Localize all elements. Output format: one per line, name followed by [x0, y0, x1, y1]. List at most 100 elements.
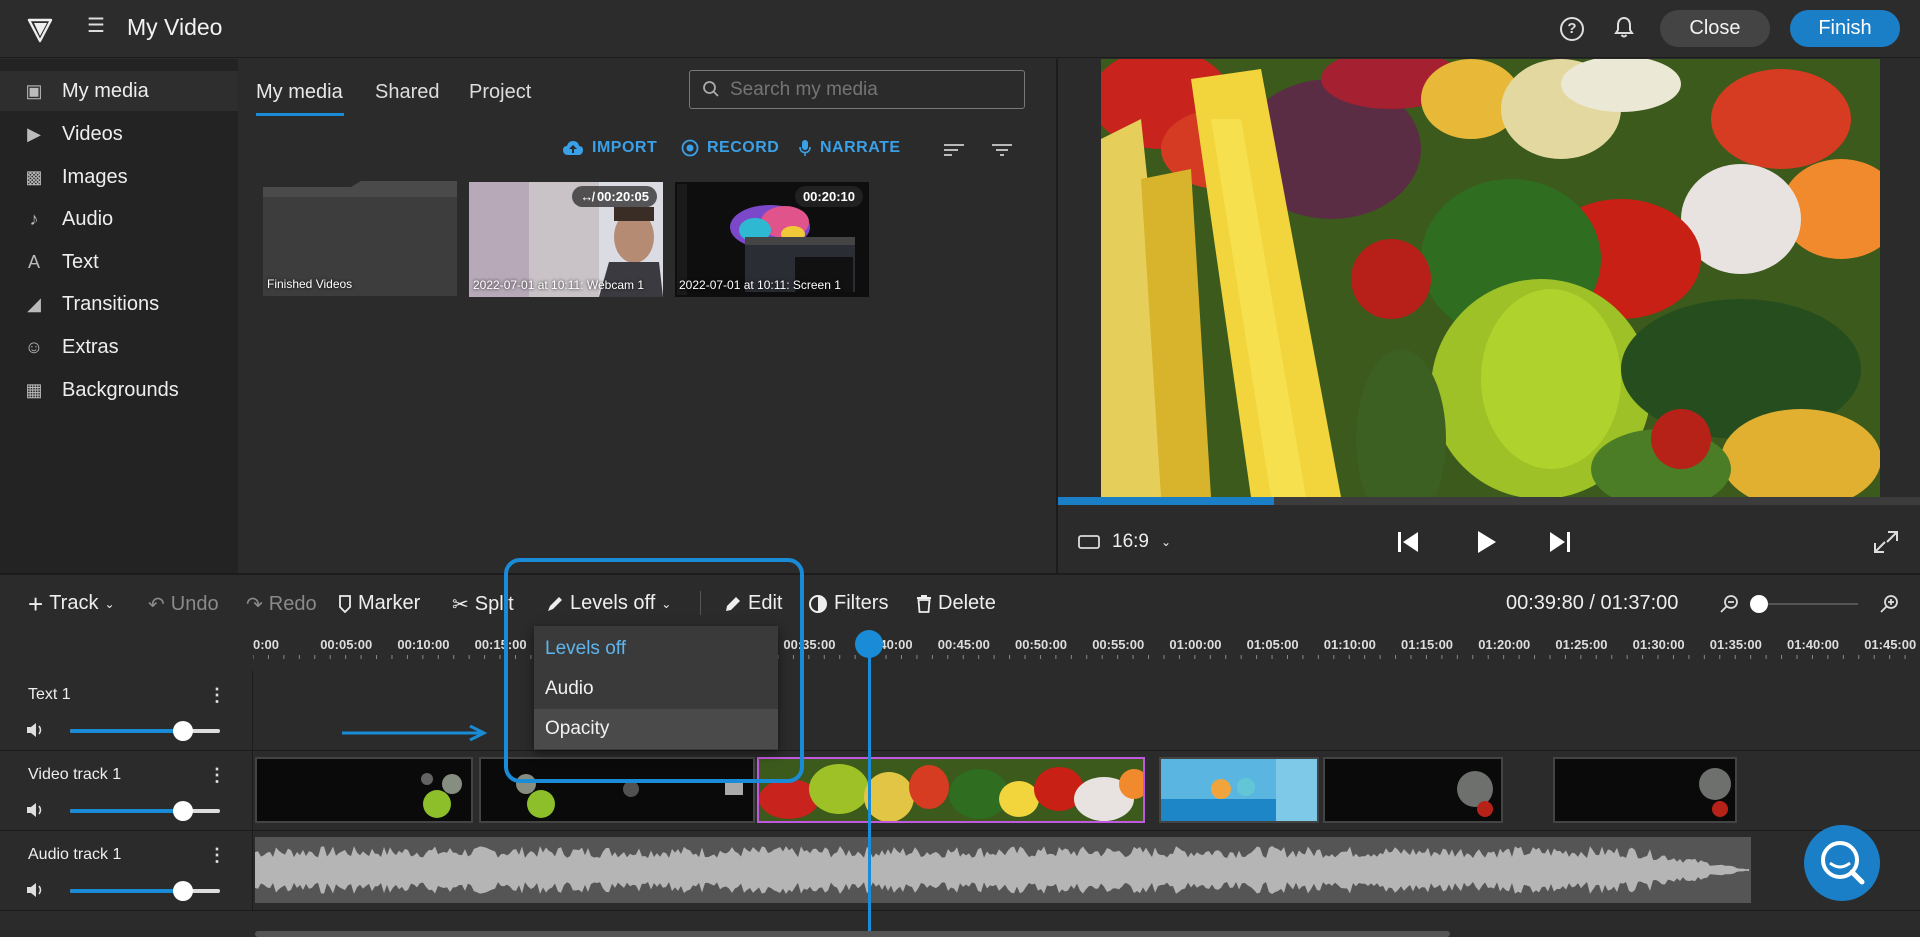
volume-slider[interactable] — [70, 801, 220, 821]
search-icon — [703, 81, 719, 97]
timeline-ruler[interactable]: 0:0000:05:0000:10:0000:15:0000:20:0000:2… — [253, 631, 1920, 671]
clip-thumbnail — [1555, 759, 1735, 821]
track-lane-audio-1[interactable] — [252, 831, 1920, 911]
timeline-horizontal-scrollbar[interactable] — [255, 931, 1450, 937]
skip-forward-icon[interactable] — [1545, 529, 1573, 555]
zoom-out-icon[interactable] — [1718, 593, 1740, 615]
sidebar-item-label: Videos — [62, 122, 123, 145]
volume-icon[interactable] — [25, 881, 45, 899]
add-track-button[interactable]: + Track ⌄ — [28, 591, 115, 617]
undo-button[interactable]: ↶ Undo — [148, 592, 219, 617]
sidebar-item-text[interactable]: A Text — [0, 242, 238, 282]
search-input[interactable] — [730, 79, 1010, 101]
sidebar-item-transitions[interactable]: ◢ Transitions — [0, 284, 238, 324]
video-clip[interactable] — [255, 757, 473, 823]
more-options-icon[interactable]: ⋮ — [208, 845, 226, 866]
ruler-label: 01:40:00 — [1787, 637, 1840, 652]
volume-icon[interactable] — [25, 721, 45, 739]
help-search-button[interactable] — [1804, 825, 1880, 901]
timeline-toolbar: + Track ⌄ ↶ Undo ↷ Redo Marker ✂ Split L… — [0, 573, 1920, 631]
microphone-icon — [799, 140, 811, 156]
marker-icon — [339, 594, 351, 613]
redo-icon: ↷ — [246, 594, 263, 616]
volume-fill — [70, 889, 183, 893]
video-icon: ▶ — [27, 124, 41, 144]
clip-thumbnail — [481, 759, 753, 821]
menu-item-audio[interactable]: Audio — [534, 669, 778, 709]
volume-icon[interactable] — [25, 801, 45, 819]
volume-knob[interactable] — [172, 801, 193, 821]
sidebar-item-backgrounds[interactable]: ▦ Backgrounds — [0, 370, 238, 410]
aspect-ratio-select[interactable]: 16:9 ⌄ — [1078, 531, 1171, 553]
import-button[interactable]: IMPORT — [562, 139, 657, 157]
project-title[interactable]: My Video — [127, 14, 222, 41]
sidebar-item-images[interactable]: ▩ Images — [0, 157, 238, 197]
video-clip-selected[interactable] — [757, 757, 1145, 823]
sidebar-item-audio[interactable]: ♪ Audio — [0, 199, 238, 239]
tab-shared[interactable]: Shared — [375, 81, 440, 104]
video-clip[interactable] — [479, 757, 755, 823]
marker-button[interactable]: Marker — [338, 592, 420, 615]
sidebar-item-my-media[interactable]: ▣ My media — [0, 71, 238, 111]
screen-icon — [1078, 535, 1100, 549]
menu-item-opacity[interactable]: Opacity — [534, 709, 778, 749]
zoom-slider[interactable] — [1758, 603, 1858, 605]
tab-my-media[interactable]: My media — [256, 81, 343, 104]
help-icon[interactable]: ? — [1560, 17, 1584, 41]
duration-text: 00:20:05 — [596, 189, 649, 204]
fullscreen-icon[interactable] — [1872, 529, 1900, 555]
media-item-webcam[interactable]: ↮ 00:20:05 2022-07-01 at 10:11: Webcam 1 — [469, 182, 663, 297]
audio-waveform — [255, 846, 1749, 894]
edit-button[interactable]: Edit — [724, 592, 782, 615]
sidebar-item-extras[interactable]: ☺ Extras — [0, 327, 238, 367]
zoom-slider-knob[interactable] — [1750, 595, 1768, 613]
filters-label: Filters — [834, 592, 889, 614]
record-button[interactable]: RECORD — [681, 139, 779, 157]
volume-slider[interactable] — [70, 881, 220, 901]
video-clip[interactable] — [1553, 757, 1737, 823]
redo-button[interactable]: ↷ Redo — [246, 592, 317, 617]
narrate-button[interactable]: NARRATE — [798, 139, 901, 157]
close-button[interactable]: Close — [1660, 10, 1770, 47]
play-icon[interactable] — [1472, 529, 1500, 555]
trash-icon — [917, 594, 931, 613]
menu-icon[interactable]: ☰ — [87, 16, 105, 36]
sidebar-item-label: Images — [62, 165, 128, 188]
tab-project[interactable]: Project — [469, 81, 531, 104]
record-label: RECORD — [707, 139, 780, 156]
filters-button[interactable]: Filters — [808, 592, 888, 615]
volume-slider[interactable] — [70, 721, 220, 741]
delete-button[interactable]: Delete — [916, 592, 996, 615]
background-image-icon: ▦ — [25, 380, 43, 400]
track-lane-video-1[interactable] — [252, 751, 1920, 831]
search-box[interactable] — [689, 70, 1025, 109]
playhead-handle[interactable] — [855, 630, 883, 658]
menu-item-levels-off[interactable]: Levels off — [534, 629, 778, 669]
active-tab-indicator — [256, 113, 344, 116]
split-button[interactable]: ✂ Split — [452, 592, 514, 617]
bell-icon[interactable] — [1611, 15, 1637, 41]
sort-icon[interactable] — [942, 141, 966, 159]
more-options-icon[interactable]: ⋮ — [208, 765, 226, 786]
more-options-icon[interactable]: ⋮ — [208, 685, 226, 706]
app-logo-icon[interactable] — [27, 17, 53, 43]
volume-knob[interactable] — [172, 721, 193, 741]
skip-back-icon[interactable] — [1395, 529, 1423, 555]
filter-icon[interactable] — [990, 141, 1014, 159]
smiley-icon: ☺ — [24, 337, 44, 357]
folder-finished-videos[interactable]: Finished Videos — [263, 181, 457, 296]
video-clip[interactable] — [1323, 757, 1503, 823]
media-item-screen[interactable]: 00:20:10 2022-07-01 at 10:11: Screen 1 — [675, 182, 869, 297]
video-clip[interactable] — [1159, 757, 1319, 823]
sidebar-item-label: Backgrounds — [62, 378, 179, 401]
levels-dropdown-button[interactable]: Levels off ⌄ — [546, 592, 671, 615]
track-lane-text-1[interactable] — [252, 671, 1920, 751]
sidebar-item-label: My media — [62, 79, 149, 102]
sidebar-item-videos[interactable]: ▶ Videos — [0, 114, 238, 154]
sidebar-item-label: Extras — [62, 335, 119, 358]
finish-button[interactable]: Finish — [1790, 10, 1900, 47]
preview-progress-bar[interactable] — [1058, 497, 1920, 505]
audio-clip[interactable] — [255, 837, 1751, 903]
zoom-in-icon[interactable] — [1878, 593, 1900, 615]
volume-knob[interactable] — [172, 881, 193, 901]
